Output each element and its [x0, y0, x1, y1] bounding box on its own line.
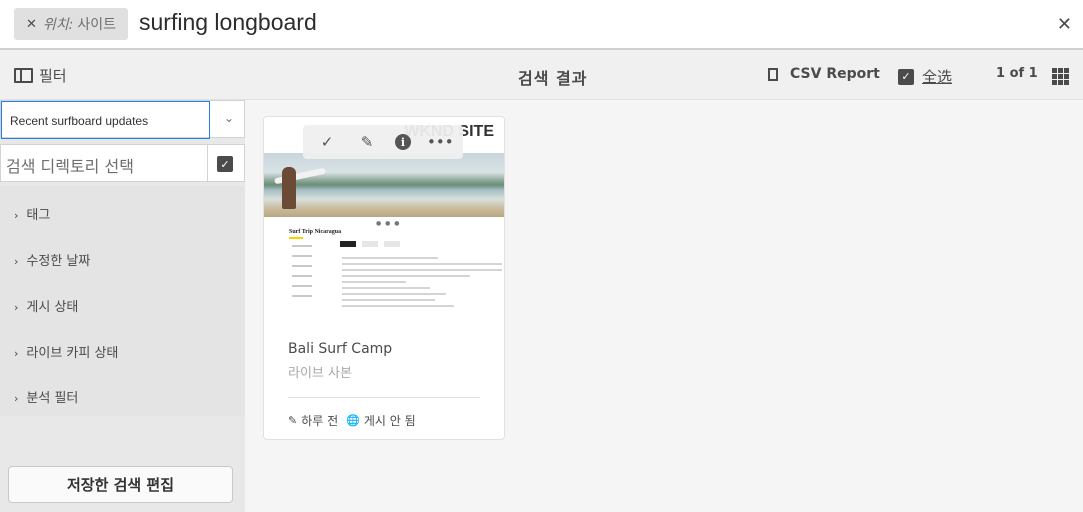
- filter-toggle-button[interactable]: 필터: [14, 65, 67, 86]
- result-card[interactable]: WKND SITE ● ● ● Surf Trip Nicaragua Bali…: [263, 116, 505, 440]
- globe-icon: 🌐: [346, 414, 360, 427]
- card-subtitle: 라이브 사본: [288, 366, 352, 381]
- facet-publish-status[interactable]: › 게시 상태: [14, 296, 78, 315]
- carousel-dots: ● ● ●: [376, 220, 401, 227]
- card-title[interactable]: Bali Surf Camp: [288, 341, 392, 357]
- remove-location-icon[interactable]: ✕: [26, 17, 37, 32]
- saved-search-select[interactable]: Recent surfboard updates ⌄: [0, 100, 245, 139]
- location-value: 사이트: [77, 17, 117, 33]
- chevron-right-icon: ›: [14, 255, 19, 268]
- thumbnail-sidebar: [292, 245, 320, 305]
- chevron-right-icon: ›: [14, 392, 19, 405]
- location-label: 위치:: [42, 17, 74, 33]
- hero-image: [264, 153, 504, 217]
- filter-label: 필터: [39, 67, 67, 85]
- more-icon[interactable]: •••: [427, 133, 454, 151]
- facet-modified-date[interactable]: › 수정한 날짜: [14, 250, 90, 269]
- thumbnail-body: [342, 257, 502, 311]
- title-underline: [289, 237, 303, 239]
- facet-tags[interactable]: › 태그: [14, 204, 50, 223]
- info-icon[interactable]: i: [395, 134, 411, 150]
- divider: [288, 397, 480, 398]
- page-title: 검색 결과: [518, 69, 588, 88]
- modified-text: 하루 전: [301, 414, 339, 428]
- toolbar: 필터 검색 결과 CSV Report ✓ 全选 1 of 1: [0, 50, 1083, 100]
- surfer-shape: [282, 167, 296, 209]
- csv-label: CSV Report: [790, 66, 880, 82]
- result-count: 1 of 1: [996, 66, 1038, 81]
- chevron-down-icon[interactable]: ⌄: [224, 111, 234, 125]
- divider: [207, 145, 208, 181]
- thumbnail-page-title: Surf Trip Nicaragua: [289, 229, 342, 235]
- saved-search-value[interactable]: Recent surfboard updates: [1, 101, 210, 139]
- select-check-icon[interactable]: ✓: [315, 133, 339, 151]
- facet-label: 수정한 날짜: [26, 254, 91, 269]
- card-meta: ✎ 하루 전 🌐 게시 안 됨: [288, 412, 416, 429]
- facet-label: 게시 상태: [26, 300, 79, 315]
- rail-icon: [14, 68, 33, 83]
- directory-label: 검색 디렉토리 선택: [6, 157, 134, 176]
- search-bar: ✕ 위치: 사이트 surfing longboard ✕: [0, 0, 1083, 50]
- pencil-icon: ✎: [288, 414, 298, 427]
- facet-list: › 태그 › 수정한 날짜 › 게시 상태 › 라이브 카피 상태 › 분석 필터: [0, 186, 245, 416]
- facet-label: 분석 필터: [26, 391, 79, 406]
- view-switcher-icon[interactable]: [1052, 68, 1069, 85]
- chevron-right-icon: ›: [14, 209, 19, 222]
- edit-pencil-icon[interactable]: ✎: [355, 133, 379, 151]
- checkbox-icon[interactable]: ✓: [217, 156, 233, 172]
- search-input[interactable]: surfing longboard: [139, 9, 317, 36]
- csv-report-button[interactable]: CSV Report: [768, 66, 880, 82]
- quick-actions: ✓ ✎ i •••: [303, 125, 463, 159]
- directory-field[interactable]: 검색 디렉토리 선택 ✓: [0, 144, 245, 182]
- chevron-right-icon: ›: [14, 347, 19, 360]
- close-icon[interactable]: ✕: [1057, 14, 1072, 35]
- facet-label: 라이브 카피 상태: [26, 346, 119, 361]
- select-all-label: 全选: [922, 68, 953, 86]
- chevron-right-icon: ›: [14, 301, 19, 314]
- filter-sidebar: Recent surfboard updates ⌄ 검색 디렉토리 선택 ✓ …: [0, 100, 245, 512]
- checkbox-icon: ✓: [898, 68, 914, 85]
- publish-status: 게시 안 됨: [363, 414, 416, 428]
- thumbnail-tabs: [340, 241, 400, 247]
- document-icon: [768, 67, 778, 81]
- edit-saved-search-button[interactable]: 저장한 검색 편집: [8, 466, 233, 503]
- select-all-button[interactable]: ✓ 全选: [898, 66, 952, 87]
- location-tag[interactable]: ✕ 위치: 사이트: [14, 8, 129, 40]
- facet-live-copy-status[interactable]: › 라이브 카피 상태: [14, 342, 118, 361]
- facet-analytics[interactable]: › 분석 필터: [14, 387, 78, 406]
- facet-label: 태그: [26, 208, 51, 223]
